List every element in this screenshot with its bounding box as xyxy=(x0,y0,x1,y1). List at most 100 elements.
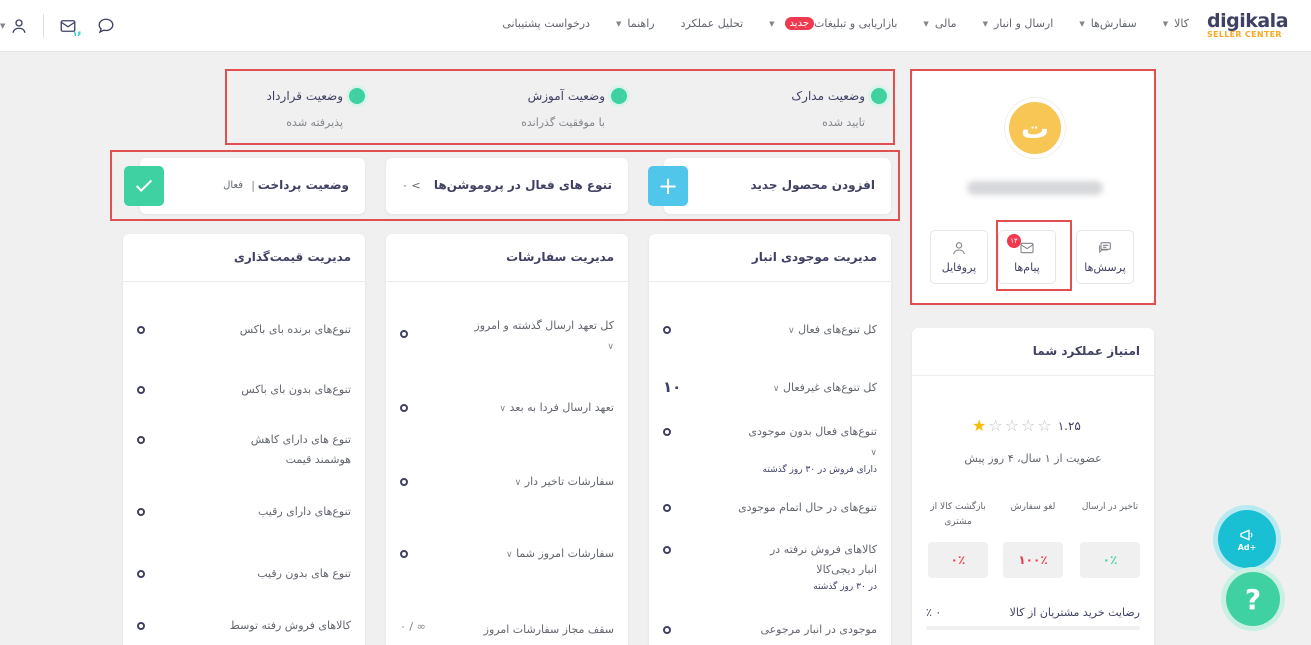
inventory-row-no-stock[interactable]: تنوع‌های فعال بدون موجودی ∨ دارای فروش در … xyxy=(663,422,877,477)
row-value-zero: ۰ xyxy=(663,546,671,554)
orders-row-tomorrow[interactable]: تعهد ارسال فردا به بعد ∨ ۰ xyxy=(400,398,614,419)
satisfaction-value: ۰ ٪ xyxy=(926,606,942,619)
highlight-tiles-row xyxy=(110,150,900,221)
orders-row-today[interactable]: سفارشات امروز شما ∨ ۰ xyxy=(400,544,614,565)
nav-label: کالا xyxy=(1174,17,1189,30)
row-value-zero: ۰ xyxy=(400,404,408,412)
metric-value: ۱۰۰٪ xyxy=(1003,542,1063,578)
row-label: تنوع‌های برنده بای باکس xyxy=(239,323,351,336)
row-label-text: کالاهای فروش نرفته در انبار دیجی‌کالا xyxy=(770,543,877,576)
pricing-row-sold-by[interactable]: کالاهای فروش رفته توسط ۰ xyxy=(137,616,351,636)
column-title: مدیریت موجودی انبار xyxy=(649,234,891,282)
pricing-row-smart-discount[interactable]: تنوع های دارای کاهش هوشمند قیمت ۰ xyxy=(137,430,351,470)
pricing-row-no-buybox[interactable]: تنوع‌های بدون بای باکس ۰ xyxy=(137,380,351,400)
metric-return: بازگشت کالا از مشتری ۰٪ xyxy=(928,500,988,578)
row-value-zero: ۰ xyxy=(137,436,145,444)
row-label: موجودی در انبار مرجوعی xyxy=(760,623,877,636)
orders-row-limit[interactable]: سقف مجاز سفارشات امروز ۰ / ∞ xyxy=(400,620,614,640)
inventory-row-unsold[interactable]: کالاهای فروش نرفته در انبار دیجی‌کالا در … xyxy=(663,540,877,594)
row-sublabel: دارای فروش در ۳۰ روز گذشته xyxy=(762,465,877,475)
row-label: تعهد ارسال فردا به بعد ∨ xyxy=(499,398,614,419)
inventory-row-active[interactable]: کل تنوع‌های فعال ∨ ۰ xyxy=(663,320,877,341)
nav-label: سفارش‌ها xyxy=(1090,17,1137,30)
star-empty-icon: ☆ xyxy=(1004,416,1020,435)
chevron-down-icon: ∨ xyxy=(514,478,522,488)
row-label-text: کل تنوع‌های فعال xyxy=(798,323,877,336)
row-value-zero: ۰ xyxy=(663,428,671,436)
user-menu[interactable] xyxy=(5,12,33,40)
metric-label: لغو سفارش xyxy=(1010,502,1056,512)
nav-item-finance[interactable]: مالی ▼ xyxy=(923,17,956,30)
satisfaction-label: رضایت خرید مشتریان از کالا xyxy=(1009,606,1140,619)
messages-top-button[interactable]: ۱۶ xyxy=(54,12,82,40)
help-button[interactable]: ? xyxy=(1226,572,1280,626)
row-value-zero: ۰ xyxy=(137,326,145,334)
chevron-down-icon: ∨ xyxy=(499,404,506,414)
nav-item-help[interactable]: راهنما ▼ xyxy=(616,17,655,30)
rating-value: ۱.۲۵ xyxy=(1057,418,1081,433)
nav-label: مالی xyxy=(934,17,957,30)
row-label: سقف مجاز سفارشات امروز xyxy=(483,623,614,636)
row-value: ۰ / ∞ xyxy=(400,620,426,633)
chevron-down-icon: ▼ xyxy=(1162,19,1169,28)
row-label-text: کل تنوع‌های غیرفعال xyxy=(783,381,877,394)
row-value-zero: ۰ xyxy=(663,504,671,512)
top-navbar: digikala SELLER CENTER کالا ▼ سفارش‌ها ▼ ا… xyxy=(0,0,1311,52)
ad-button[interactable]: +Ad xyxy=(1218,510,1276,568)
pricing-row-no-competitor[interactable]: تنوع های بدون رقیب ۰ xyxy=(137,564,351,584)
row-label: کل تعهد ارسال گذشته و امروز ∨ xyxy=(474,316,614,357)
inventory-row-returns[interactable]: موجودی در انبار مرجوعی ۰ xyxy=(663,620,877,640)
row-value: ۱۰ xyxy=(663,378,682,396)
row-label: تنوع های دارای کاهش هوشمند قیمت xyxy=(250,433,351,466)
row-value-zero: ۰ xyxy=(137,386,145,394)
chevron-down-icon: ▼ xyxy=(923,19,929,28)
orders-row-past-today[interactable]: کل تعهد ارسال گذشته و امروز ∨ ۰ xyxy=(400,316,614,357)
metric-value: ۰٪ xyxy=(928,542,988,578)
star-empty-icon: ☆ xyxy=(1021,416,1036,435)
row-value-zero: ۰ xyxy=(663,626,671,634)
row-label: تنوع‌های بدون بای باکس xyxy=(241,383,351,396)
row-label: کل تنوع‌های فعال ∨ xyxy=(788,320,877,341)
row-value-zero: ۰ xyxy=(663,326,671,334)
row-label: تنوع‌های در حال اتمام موجودی xyxy=(738,501,877,514)
inventory-column: مدیریت موجودی انبار کل تنوع‌های فعال ∨ ۰… xyxy=(649,234,891,645)
score-title: امتیاز عملکرد شما xyxy=(912,328,1154,376)
chevron-down-icon: ▼ xyxy=(769,19,775,28)
orders-row-delayed[interactable]: سفارشات تاخیر دار ∨ ۰ xyxy=(400,472,614,493)
nav-label: ارسال و انبار xyxy=(993,17,1054,30)
inventory-row-running-out[interactable]: تنوع‌های در حال اتمام موجودی ۰ xyxy=(663,498,877,518)
metric-cancel: لغو سفارش ۱۰۰٪ xyxy=(1003,500,1063,578)
megaphone-icon xyxy=(1240,528,1253,541)
pricing-row-buybox-win[interactable]: تنوع‌های برنده بای باکس ۰ xyxy=(137,320,351,340)
row-label: تنوع‌های فعال بدون موجودی ∨ دارای فروش در … xyxy=(748,422,877,477)
nav-item-marketing[interactable]: بازاریابی و تبلیغات جدید ▼ xyxy=(769,17,897,30)
digikala-logo[interactable]: digikala SELLER CENTER xyxy=(1207,10,1297,39)
row-value-zero: ۰ xyxy=(137,508,145,516)
row-label-text: تعهد ارسال فردا به بعد xyxy=(509,401,614,414)
metric-value: ۰٪ xyxy=(1080,542,1140,578)
question-icon: ? xyxy=(1244,582,1262,616)
row-value-zero: ۰ xyxy=(400,478,408,486)
row-label-text: سفارشات امروز شما xyxy=(516,547,614,560)
pricing-row-with-competitor[interactable]: تنوع‌های دارای رقیب ۰ xyxy=(137,502,351,522)
inventory-row-inactive[interactable]: کل تنوع‌های غیرفعال ∨ ۱۰ xyxy=(663,378,877,399)
metric-label: بازگشت کالا از مشتری xyxy=(930,502,986,527)
row-label: تنوع‌های دارای رقیب xyxy=(257,505,351,518)
star-empty-icon: ☆ xyxy=(1037,416,1052,435)
chat-button[interactable] xyxy=(92,12,120,40)
chevron-down-icon: ∨ xyxy=(607,342,614,352)
nav-item-support[interactable]: درخواست پشتیبانی xyxy=(502,17,590,30)
performance-score-card: امتیاز عملکرد شما ★ ☆ ☆ ☆ ☆ ۱.۲۵ عضویت ا… xyxy=(912,328,1154,645)
row-label: کل تنوع‌های غیرفعال ∨ xyxy=(773,378,877,399)
satisfaction-row: رضایت خرید مشتریان از کالا ۰ ٪ xyxy=(926,606,1140,619)
nav-item-shipping[interactable]: ارسال و انبار ▼ xyxy=(983,17,1054,30)
row-label: سفارشات تاخیر دار ∨ xyxy=(515,472,614,493)
nav-item-analytics[interactable]: تحلیل عملکرد xyxy=(681,17,744,30)
star-empty-icon: ☆ xyxy=(988,416,1003,435)
ad-label: +Ad xyxy=(1237,542,1257,552)
column-title: مدیریت قیمت‌گذاری xyxy=(123,234,365,282)
nav-item-orders[interactable]: سفارش‌ها ▼ xyxy=(1079,17,1136,30)
nav-item-products[interactable]: کالا ▼ xyxy=(1163,17,1189,30)
row-label-text: سفارشات تاخیر دار xyxy=(524,475,614,488)
top-icons: ▼ ۱۶ xyxy=(0,0,120,52)
